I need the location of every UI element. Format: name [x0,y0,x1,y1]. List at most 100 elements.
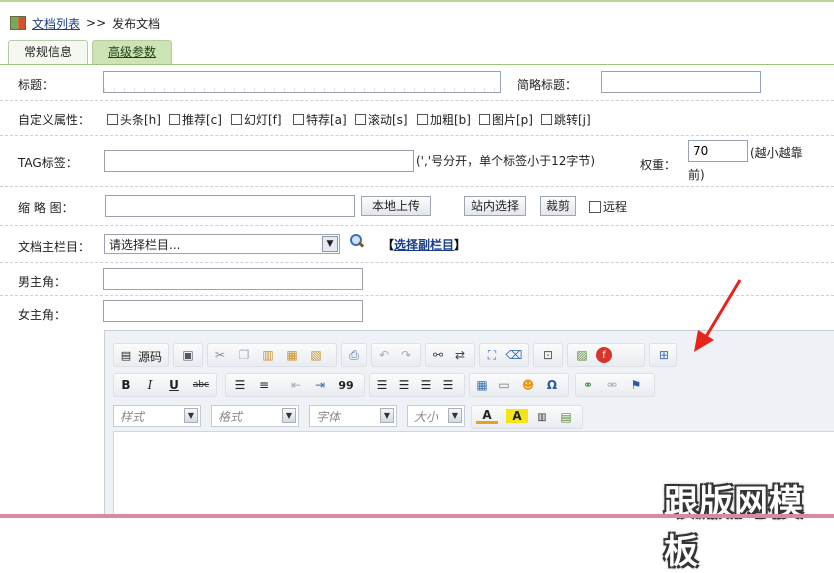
breadcrumb-list-link[interactable]: 文档列表 [32,15,80,32]
attr-bold-checkbox[interactable]: 加粗[b] [417,111,471,128]
find-icon[interactable]: ⚯ [430,347,446,363]
short-title-input[interactable] [601,71,761,93]
male-lead-input[interactable] [103,268,363,290]
outdent-icon[interactable]: ⇤ [288,377,304,393]
site-select-button[interactable]: 站内选择 [464,196,526,216]
tag-hint: (','号分开，单个标签小于12字节) [416,154,596,168]
attr-redirect-checkbox[interactable]: 跳转[j] [541,111,591,128]
crop-button[interactable]: 裁剪 [540,196,576,216]
text-color-icon[interactable]: A [476,408,498,424]
copy-icon[interactable]: ❐ [236,347,252,363]
local-upload-button[interactable]: 本地上传 [361,196,431,216]
weight-input[interactable] [688,140,748,162]
indent-icon[interactable]: ⇥ [312,377,328,393]
paste-text-icon[interactable]: ▦ [284,347,300,363]
book-icon [10,16,26,30]
weight-hint-line2: 前) [688,168,705,182]
chevron-down-icon[interactable]: ▼ [282,408,296,423]
bullet-list-icon[interactable]: ≡ [256,377,272,393]
chevron-down-icon[interactable]: ▼ [322,236,338,252]
select-all-icon[interactable]: ⛶ [484,347,500,363]
toolbar-group-links: ⚭ ⚮ ⚑ [575,373,655,397]
format-combo[interactable]: 格式 ▼ [211,405,299,427]
toolbar-group-select: ⛶ ⌫ [479,343,529,367]
ordered-list-icon[interactable]: ☰ [232,377,248,393]
tag-label: TAG标签： [18,156,78,170]
flash-icon[interactable]: f [596,347,612,363]
male-lead-label: 男主角： [18,275,67,289]
hr-icon[interactable]: ▭ [496,377,512,393]
align-left-icon[interactable]: ☰ [374,377,390,393]
toolbar-group-media: ▨ f [567,343,645,367]
attr-headline-checkbox[interactable]: 头条[h] [107,111,161,128]
breadcrumb-current: 发布文档 [112,16,161,31]
link-icon[interactable]: ⚭ [580,377,596,393]
row-title: 标题： 简略标题： [0,66,834,101]
toolbar-group-print: ⎙ [341,343,367,367]
toolbar-group-basicstyles: B I U abc [113,373,217,397]
preview-icon[interactable]: ⊡ [540,347,556,363]
underline-icon[interactable]: U [166,377,182,393]
toolbar-group-find: ⚯ ⇄ [425,343,475,367]
cut-icon[interactable]: ✂ [212,347,228,363]
chevron-down-icon[interactable]: ▼ [184,408,198,423]
title-input[interactable] [103,71,501,93]
align-right-icon[interactable]: ☰ [418,377,434,393]
female-lead-input[interactable] [103,300,363,322]
chevron-down-icon[interactable]: ▼ [448,408,462,423]
font-combo[interactable]: 字体 ▼ [309,405,397,427]
thumb-input[interactable] [105,195,355,217]
attr-slideshow-checkbox[interactable]: 幻灯[f] [231,111,282,128]
row-thumbnail: 缩 略 图： 本地上传 站内选择 裁剪 远程 [0,187,834,226]
toolbar-group-align: ☰ ☰ ☰ ☰ [369,373,465,397]
replace-icon[interactable]: ⇄ [452,347,468,363]
bg-color-icon[interactable]: A [506,409,528,423]
insert-page-icon[interactable]: ▤ [558,409,574,425]
toolbar-group-templates: ▣ [173,343,203,367]
toolbar-group-clipboard: ✂ ❐ ▥ ▦ ▧ [207,343,337,367]
column-label: 文档主栏目： [18,240,91,254]
style-combo[interactable]: 样式 ▼ [113,405,201,427]
image-icon[interactable]: ▨ [574,347,590,363]
redo-icon[interactable]: ↷ [398,347,414,363]
breadcrumb-separator: >> [86,16,107,30]
paste-icon[interactable]: ▥ [260,347,276,363]
attr-recommend-checkbox[interactable]: 推荐[c] [169,111,222,128]
weight-hint-line1: (越小越靠 [750,146,803,160]
toolbar-group-preview: ⊡ [533,343,563,367]
smiley-icon[interactable]: ☻ [520,377,536,393]
remove-format-icon[interactable]: ⌫ [506,347,523,363]
size-combo[interactable]: 大小 ▼ [407,405,465,427]
chevron-down-icon[interactable]: ▼ [380,408,394,423]
strike-icon[interactable]: abc [190,377,212,393]
column-select[interactable]: 请选择栏目... ▼ [104,234,340,254]
anchor-icon[interactable]: ⚑ [628,377,644,393]
tag-input[interactable] [104,150,414,172]
maximize-icon[interactable]: ⊞ [656,347,672,363]
remote-checkbox[interactable]: 远程 [589,198,627,215]
tab-general-info[interactable]: 常规信息 [8,40,88,64]
attr-scroll-checkbox[interactable]: 滚动[s] [355,111,408,128]
unlink-icon[interactable]: ⚮ [604,377,620,393]
special-char-icon[interactable]: Ω [544,377,560,393]
tab-advanced-params[interactable]: 高级参数 [92,40,172,64]
red-arrow-annotation [694,279,742,352]
undo-icon[interactable]: ↶ [376,347,392,363]
templates-icon[interactable]: ▣ [180,347,196,363]
bold-icon[interactable]: B [118,377,134,393]
custom-attr-label: 自定义属性： [18,113,91,127]
blockquote-icon[interactable]: 99 [338,377,354,393]
search-icon[interactable] [350,234,365,248]
attr-special-checkbox[interactable]: 特荐[a] [293,111,347,128]
attr-image-checkbox[interactable]: 图片[p] [479,111,533,128]
weight-label: 权重： [640,158,677,172]
justify-icon[interactable]: ☰ [440,377,456,393]
print-icon[interactable]: ⎙ [346,347,362,363]
sub-column-link[interactable]: 【选择副栏目】 [382,236,466,253]
source-button[interactable]: ▤ 源码 [113,343,169,367]
paste-word-icon[interactable]: ▧ [308,347,324,363]
italic-icon[interactable]: I [142,377,158,393]
table-icon[interactable]: ▦ [474,377,490,393]
iframe-icon[interactable]: ▥ [534,409,550,425]
align-center-icon[interactable]: ☰ [396,377,412,393]
